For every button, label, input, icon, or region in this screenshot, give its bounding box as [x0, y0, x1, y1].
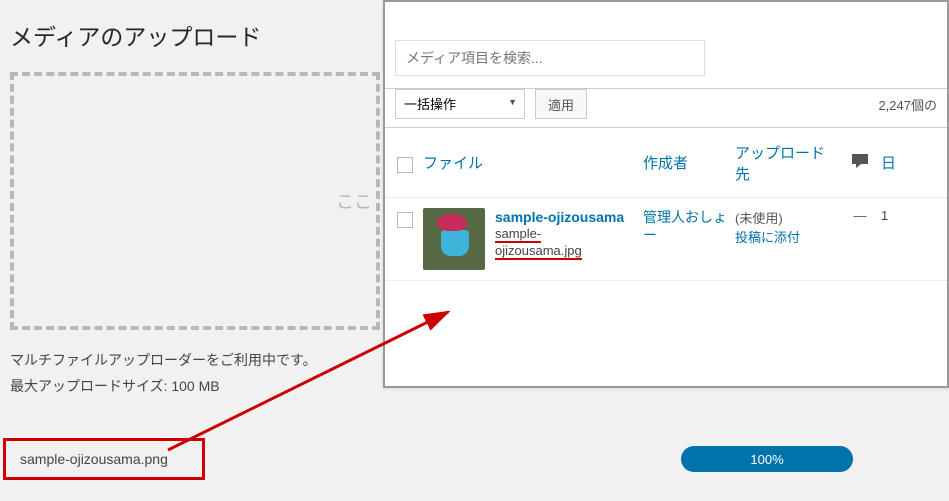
row-checkbox[interactable]	[397, 212, 413, 228]
media-filename: sample- ojizousama.jpg	[495, 226, 624, 260]
media-title-link[interactable]: sample-ojizousama	[495, 208, 624, 226]
upload-progress-bar: 100%	[681, 446, 853, 472]
column-file[interactable]: ファイル	[423, 152, 643, 173]
comment-icon	[850, 151, 870, 171]
row-date: 1	[881, 208, 917, 223]
upload-progress-row: sample-ojizousama.png 100%	[3, 438, 943, 480]
column-attached[interactable]: アップロード先	[735, 142, 839, 184]
upload-dropzone[interactable]: ここ	[10, 72, 380, 330]
item-count: 2,247個の	[878, 95, 937, 114]
media-thumbnail[interactable]	[423, 208, 485, 270]
column-comments[interactable]	[839, 151, 881, 175]
table-header-row: ファイル 作成者 アップロード先 日	[385, 128, 947, 198]
dropzone-hint: ここ	[336, 188, 372, 214]
media-library-panel: 一括操作 適用 2,247個の ファイル 作成者 アップロード先 日 sampl…	[383, 0, 949, 388]
attached-status: (未使用)	[735, 208, 839, 227]
author-link[interactable]: 管理人おしょー	[643, 209, 727, 243]
column-date[interactable]: 日	[881, 152, 917, 173]
column-author[interactable]: 作成者	[643, 152, 735, 173]
upload-filename: sample-ojizousama.png	[3, 438, 205, 480]
apply-button[interactable]: 適用	[535, 89, 587, 119]
media-table: ファイル 作成者 アップロード先 日 sample-ojizousama sam…	[385, 127, 947, 281]
select-all-checkbox[interactable]	[397, 157, 413, 173]
comments-count: —	[839, 208, 881, 223]
attach-to-post-link[interactable]: 投稿に添付	[735, 230, 800, 245]
search-input[interactable]	[395, 40, 705, 76]
upload-progress-value: 100%	[750, 452, 783, 467]
bulk-action-select[interactable]: 一括操作	[395, 89, 525, 119]
table-row: sample-ojizousama sample- ojizousama.jpg…	[385, 198, 947, 281]
